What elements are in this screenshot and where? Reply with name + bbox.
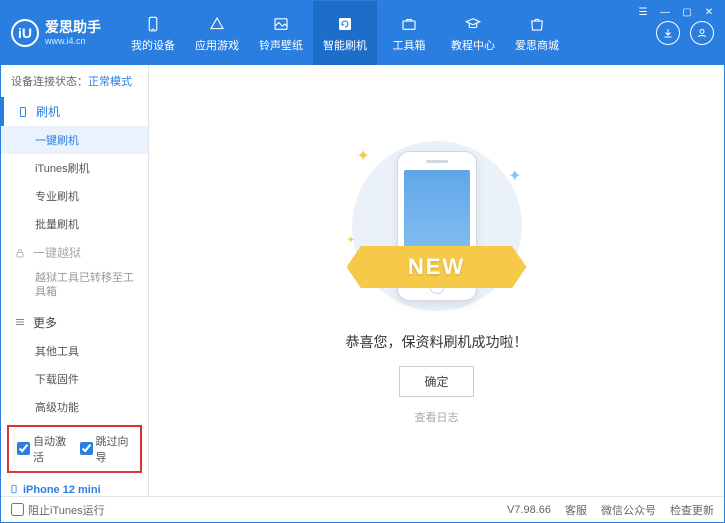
sidebar-item-advanced[interactable]: 高级功能 (1, 393, 148, 421)
logo-area: iU 爱思助手 www.i4.cn (11, 19, 121, 47)
nav-bar: 我的设备 应用游戏 铃声壁纸 智能刷机 工具箱 教程中心 (121, 1, 648, 65)
nav-label: 教程中心 (451, 37, 495, 53)
nav-tutorials[interactable]: 教程中心 (441, 1, 505, 65)
options-row: 自动激活 跳过向导 (7, 425, 142, 473)
nav-ringtone-wallpaper[interactable]: 铃声壁纸 (249, 1, 313, 65)
device-info: iPhone 12 mini 64GB Down-12mini-13,1 (1, 477, 148, 496)
footer-wechat[interactable]: 微信公众号 (601, 502, 656, 518)
nav-label: 爱思商城 (515, 37, 559, 53)
nav-store[interactable]: 爱思商城 (505, 1, 569, 65)
conn-label: 设备连接状态： (11, 76, 88, 88)
menu-button[interactable]: ☰ (634, 5, 652, 19)
sidebar-item-other-tools[interactable]: 其他工具 (1, 337, 148, 365)
sidebar-head-jailbreak[interactable]: 一键越狱 (1, 238, 148, 267)
success-message: 恭喜您，保资料刷机成功啦！ (346, 332, 528, 352)
nav-label: 铃声壁纸 (259, 37, 303, 53)
app-title: 爱思助手 (45, 19, 101, 36)
nav-toolbox[interactable]: 工具箱 (377, 1, 441, 65)
sidebar-head-more[interactable]: 更多 (1, 308, 148, 337)
app-url: www.i4.cn (45, 36, 101, 47)
jailbreak-note: 越狱工具已转移至工具箱 (1, 267, 148, 308)
menu-icon (13, 315, 27, 329)
wallpaper-icon (271, 14, 291, 34)
view-log-link[interactable]: 查看日志 (415, 409, 459, 425)
header: iU 爱思助手 www.i4.cn 我的设备 应用游戏 铃声壁纸 智能刷机 (1, 1, 724, 65)
download-button[interactable] (656, 21, 680, 45)
nav-label: 智能刷机 (323, 37, 367, 53)
sidebar-item-oneclick-flash[interactable]: 一键刷机 (1, 126, 148, 154)
grad-cap-icon (463, 14, 483, 34)
sidebar: 设备连接状态：正常模式 刷机 一键刷机 iTunes刷机 专业刷机 批量刷机 一… (1, 65, 149, 496)
nav-my-device[interactable]: 我的设备 (121, 1, 185, 65)
sidebar-item-label: 更多 (33, 314, 57, 331)
sidebar-item-pro-flash[interactable]: 专业刷机 (1, 182, 148, 210)
nav-label: 工具箱 (393, 37, 426, 53)
success-illustration: ✦ ✦ ✦ NEW (327, 136, 547, 316)
body: 设备连接状态：正常模式 刷机 一键刷机 iTunes刷机 专业刷机 批量刷机 一… (1, 65, 724, 496)
maximize-button[interactable]: ▢ (678, 5, 696, 19)
sidebar-item-label: 刷机 (36, 103, 60, 120)
version-label: V7.98.66 (507, 504, 551, 516)
sidebar-head-flash[interactable]: 刷机 (1, 97, 148, 126)
apps-icon (207, 14, 227, 34)
nav-apps-games[interactable]: 应用游戏 (185, 1, 249, 65)
refresh-icon (335, 14, 355, 34)
section-jailbreak: 一键越狱 越狱工具已转移至工具箱 (1, 238, 148, 308)
toolbox-icon (399, 14, 419, 34)
phone-icon (9, 483, 19, 496)
footer-service[interactable]: 客服 (565, 502, 587, 518)
window-controls: ☰ — ▢ ✕ (634, 5, 718, 19)
store-icon (527, 14, 547, 34)
phone-icon (16, 105, 30, 119)
sidebar-item-download-fw[interactable]: 下载固件 (1, 365, 148, 393)
account-icons (656, 21, 714, 45)
checkbox-skip-guide[interactable]: 跳过向导 (80, 433, 133, 465)
nav-label: 应用游戏 (195, 37, 239, 53)
phone-icon (143, 14, 163, 34)
checkbox-auto-activate[interactable]: 自动激活 (17, 433, 70, 465)
close-button[interactable]: ✕ (700, 5, 718, 19)
new-ribbon: NEW (347, 246, 527, 288)
minimize-button[interactable]: — (656, 5, 674, 19)
section-more: 更多 其他工具 下载固件 高级功能 (1, 308, 148, 421)
device-name[interactable]: iPhone 12 mini (9, 483, 140, 496)
sidebar-item-batch-flash[interactable]: 批量刷机 (1, 210, 148, 238)
checkbox-block-itunes[interactable]: 阻止iTunes运行 (11, 502, 105, 518)
sidebar-item-label: 一键越狱 (33, 244, 81, 261)
conn-value: 正常模式 (88, 76, 132, 88)
connection-status: 设备连接状态：正常模式 (1, 65, 148, 97)
footer: 阻止iTunes运行 V7.98.66 客服 微信公众号 检查更新 (1, 496, 724, 522)
main-panel: ✦ ✦ ✦ NEW 恭喜您，保资料刷机成功啦！ 确定 查看日志 (149, 65, 724, 496)
sidebar-item-itunes-flash[interactable]: iTunes刷机 (1, 154, 148, 182)
confirm-button[interactable]: 确定 (399, 366, 473, 397)
lock-icon (13, 246, 27, 260)
app-window: iU 爱思助手 www.i4.cn 我的设备 应用游戏 铃声壁纸 智能刷机 (0, 0, 725, 523)
user-button[interactable] (690, 21, 714, 45)
nav-smart-flash[interactable]: 智能刷机 (313, 1, 377, 65)
logo-icon: iU (11, 19, 39, 47)
section-flash: 刷机 一键刷机 iTunes刷机 专业刷机 批量刷机 (1, 97, 148, 238)
nav-label: 我的设备 (131, 37, 175, 53)
footer-update[interactable]: 检查更新 (670, 502, 714, 518)
